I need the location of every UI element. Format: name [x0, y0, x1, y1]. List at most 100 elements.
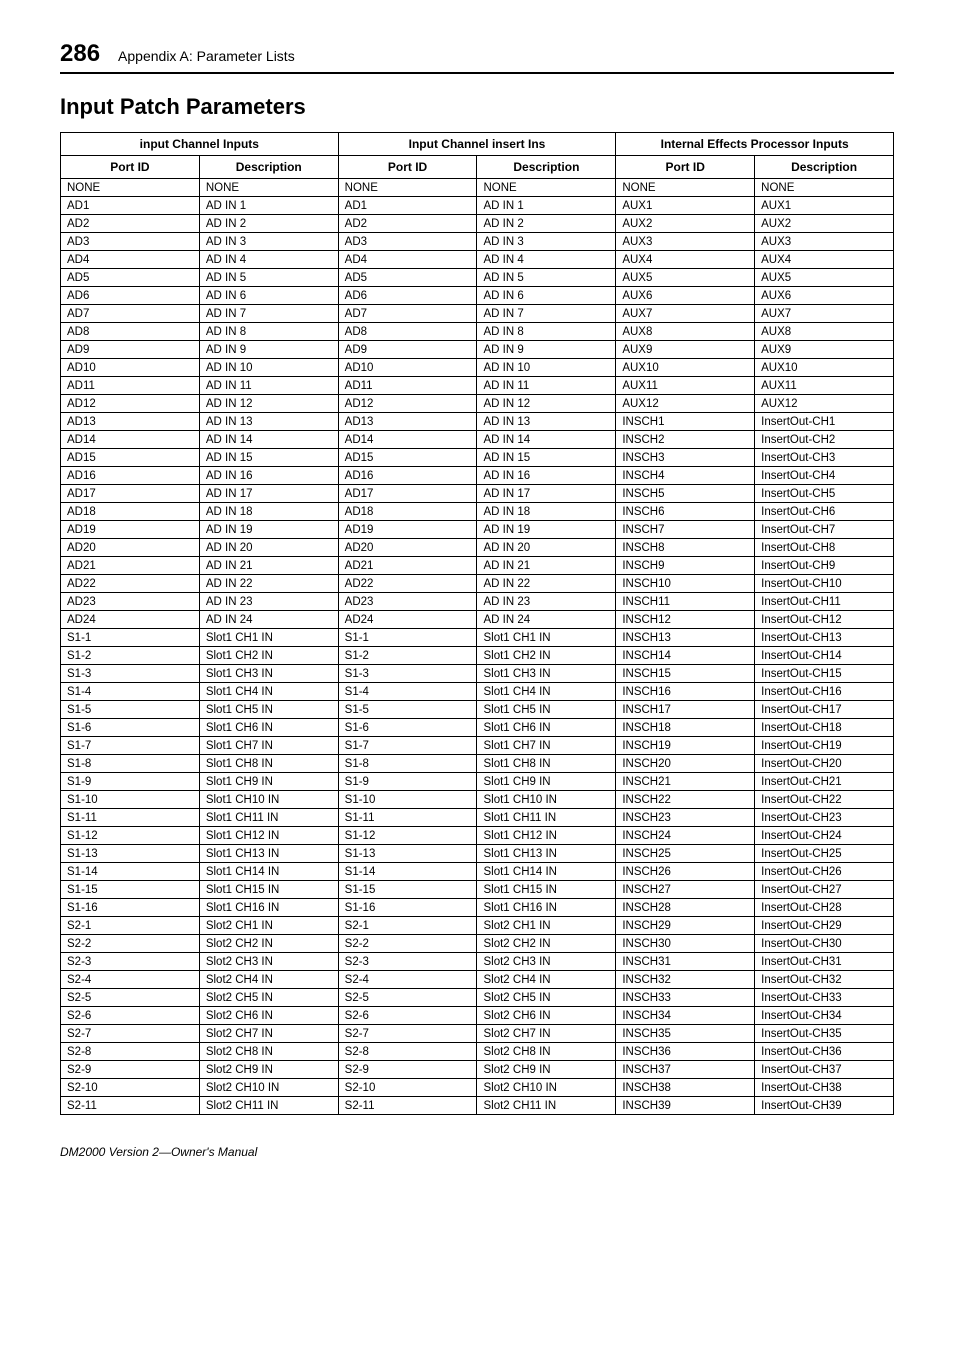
table-cell: NONE — [616, 179, 755, 197]
table-cell: AD IN 22 — [199, 575, 338, 593]
table-row: AD19AD IN 19AD19AD IN 19INSCH7InsertOut-… — [61, 521, 894, 539]
table-row: S2-1Slot2 CH1 INS2-1Slot2 CH1 ININSCH29I… — [61, 917, 894, 935]
table-cell: AUX9 — [616, 341, 755, 359]
table-cell: AD23 — [338, 593, 477, 611]
table-cell: INSCH8 — [616, 539, 755, 557]
table-cell: Slot1 CH6 IN — [199, 719, 338, 737]
table-cell: S2-3 — [338, 953, 477, 971]
table-row: AD10AD IN 10AD10AD IN 10AUX10AUX10 — [61, 359, 894, 377]
page-number: 286 — [60, 40, 100, 68]
table-body: NONENONENONENONENONENONEAD1AD IN 1AD1AD … — [61, 179, 894, 1115]
table-cell: AD IN 18 — [477, 503, 616, 521]
table-cell: INSCH33 — [616, 989, 755, 1007]
table-cell: AD22 — [338, 575, 477, 593]
table-row: S2-8Slot2 CH8 INS2-8Slot2 CH8 ININSCH36I… — [61, 1043, 894, 1061]
table-cell: Slot1 CH4 IN — [477, 683, 616, 701]
table-row: AD16AD IN 16AD16AD IN 16INSCH4InsertOut-… — [61, 467, 894, 485]
table-cell: S2-2 — [338, 935, 477, 953]
table-cell: AUX8 — [616, 323, 755, 341]
table-cell: S1-13 — [338, 845, 477, 863]
table-cell: INSCH29 — [616, 917, 755, 935]
table-cell: Slot1 CH12 IN — [477, 827, 616, 845]
table-cell: AD IN 9 — [477, 341, 616, 359]
table-row: AD14AD IN 14AD14AD IN 14INSCH2InsertOut-… — [61, 431, 894, 449]
table-cell: AD1 — [338, 197, 477, 215]
table-cell: S1-6 — [61, 719, 200, 737]
table-cell: S1-4 — [61, 683, 200, 701]
table-cell: InsertOut-CH9 — [755, 557, 894, 575]
table-row: S1-3Slot1 CH3 INS1-3Slot1 CH3 ININSCH15I… — [61, 665, 894, 683]
table-cell: AD IN 4 — [199, 251, 338, 269]
table-cell: Slot2 CH11 IN — [199, 1097, 338, 1115]
table-cell: AD IN 4 — [477, 251, 616, 269]
table-cell: AD IN 19 — [199, 521, 338, 539]
table-cell: Slot1 CH16 IN — [199, 899, 338, 917]
table-cell: Slot2 CH2 IN — [199, 935, 338, 953]
table-cell: S2-2 — [61, 935, 200, 953]
col-header: Description — [755, 156, 894, 179]
table-cell: INSCH30 — [616, 935, 755, 953]
table-cell: Slot1 CH7 IN — [477, 737, 616, 755]
table-row: S2-3Slot2 CH3 INS2-3Slot2 CH3 ININSCH31I… — [61, 953, 894, 971]
table-cell: Slot1 CH11 IN — [477, 809, 616, 827]
table-row: S1-5Slot1 CH5 INS1-5Slot1 CH5 ININSCH17I… — [61, 701, 894, 719]
table-cell: AUX11 — [755, 377, 894, 395]
footer-text: DM2000 Version 2—Owner's Manual — [60, 1145, 894, 1159]
table-row: S2-6Slot2 CH6 INS2-6Slot2 CH6 ININSCH34I… — [61, 1007, 894, 1025]
table-cell: Slot1 CH10 IN — [477, 791, 616, 809]
table-cell: InsertOut-CH7 — [755, 521, 894, 539]
table-cell: AD11 — [338, 377, 477, 395]
table-cell: S1-10 — [338, 791, 477, 809]
table-cell: AUX1 — [616, 197, 755, 215]
table-cell: AD17 — [338, 485, 477, 503]
table-cell: AD IN 15 — [477, 449, 616, 467]
table-cell: AD13 — [61, 413, 200, 431]
table-cell: Slot1 CH1 IN — [477, 629, 616, 647]
group-header: Internal Effects Processor Inputs — [616, 133, 894, 156]
table-cell: S1-7 — [338, 737, 477, 755]
table-cell: S2-6 — [338, 1007, 477, 1025]
table-cell: AD IN 19 — [477, 521, 616, 539]
table-cell: AD IN 16 — [199, 467, 338, 485]
table-row: AD8AD IN 8AD8AD IN 8AUX8AUX8 — [61, 323, 894, 341]
table-cell: INSCH7 — [616, 521, 755, 539]
table-cell: InsertOut-CH23 — [755, 809, 894, 827]
table-cell: Slot2 CH5 IN — [477, 989, 616, 1007]
table-cell: S2-8 — [338, 1043, 477, 1061]
table-row: S1-7Slot1 CH7 INS1-7Slot1 CH7 ININSCH19I… — [61, 737, 894, 755]
table-row: AD12AD IN 12AD12AD IN 12AUX12AUX12 — [61, 395, 894, 413]
table-cell: S1-13 — [61, 845, 200, 863]
table-cell: INSCH14 — [616, 647, 755, 665]
table-cell: AD12 — [338, 395, 477, 413]
table-cell: INSCH21 — [616, 773, 755, 791]
table-cell: Slot2 CH1 IN — [477, 917, 616, 935]
table-row: S1-11Slot1 CH11 INS1-11Slot1 CH11 ININSC… — [61, 809, 894, 827]
table-cell: Slot2 CH6 IN — [477, 1007, 616, 1025]
table-cell: INSCH19 — [616, 737, 755, 755]
table-row: S2-10Slot2 CH10 INS2-10Slot2 CH10 ININSC… — [61, 1079, 894, 1097]
table-cell: Slot2 CH10 IN — [199, 1079, 338, 1097]
table-cell: Slot1 CH2 IN — [199, 647, 338, 665]
table-cell: S2-5 — [61, 989, 200, 1007]
table-cell: AD IN 5 — [477, 269, 616, 287]
table-cell: AD15 — [61, 449, 200, 467]
table-cell: S1-1 — [338, 629, 477, 647]
table-row: S1-10Slot1 CH10 INS1-10Slot1 CH10 ININSC… — [61, 791, 894, 809]
table-cell: AD1 — [61, 197, 200, 215]
table-cell: InsertOut-CH34 — [755, 1007, 894, 1025]
table-cell: Slot1 CH8 IN — [477, 755, 616, 773]
table-row: AD20AD IN 20AD20AD IN 20INSCH8InsertOut-… — [61, 539, 894, 557]
table-cell: Slot1 CH14 IN — [199, 863, 338, 881]
table-cell: AD IN 7 — [477, 305, 616, 323]
table-cell: S1-8 — [338, 755, 477, 773]
table-cell: Slot2 CH8 IN — [477, 1043, 616, 1061]
table-cell: Slot1 CH1 IN — [199, 629, 338, 647]
table-row: AD15AD IN 15AD15AD IN 15INSCH3InsertOut-… — [61, 449, 894, 467]
table-cell: AUX1 — [755, 197, 894, 215]
table-cell: InsertOut-CH39 — [755, 1097, 894, 1115]
table-row: S2-2Slot2 CH2 INS2-2Slot2 CH2 ININSCH30I… — [61, 935, 894, 953]
table-cell: InsertOut-CH8 — [755, 539, 894, 557]
table-cell: AD IN 16 — [477, 467, 616, 485]
table-cell: S2-6 — [61, 1007, 200, 1025]
table-cell: InsertOut-CH25 — [755, 845, 894, 863]
